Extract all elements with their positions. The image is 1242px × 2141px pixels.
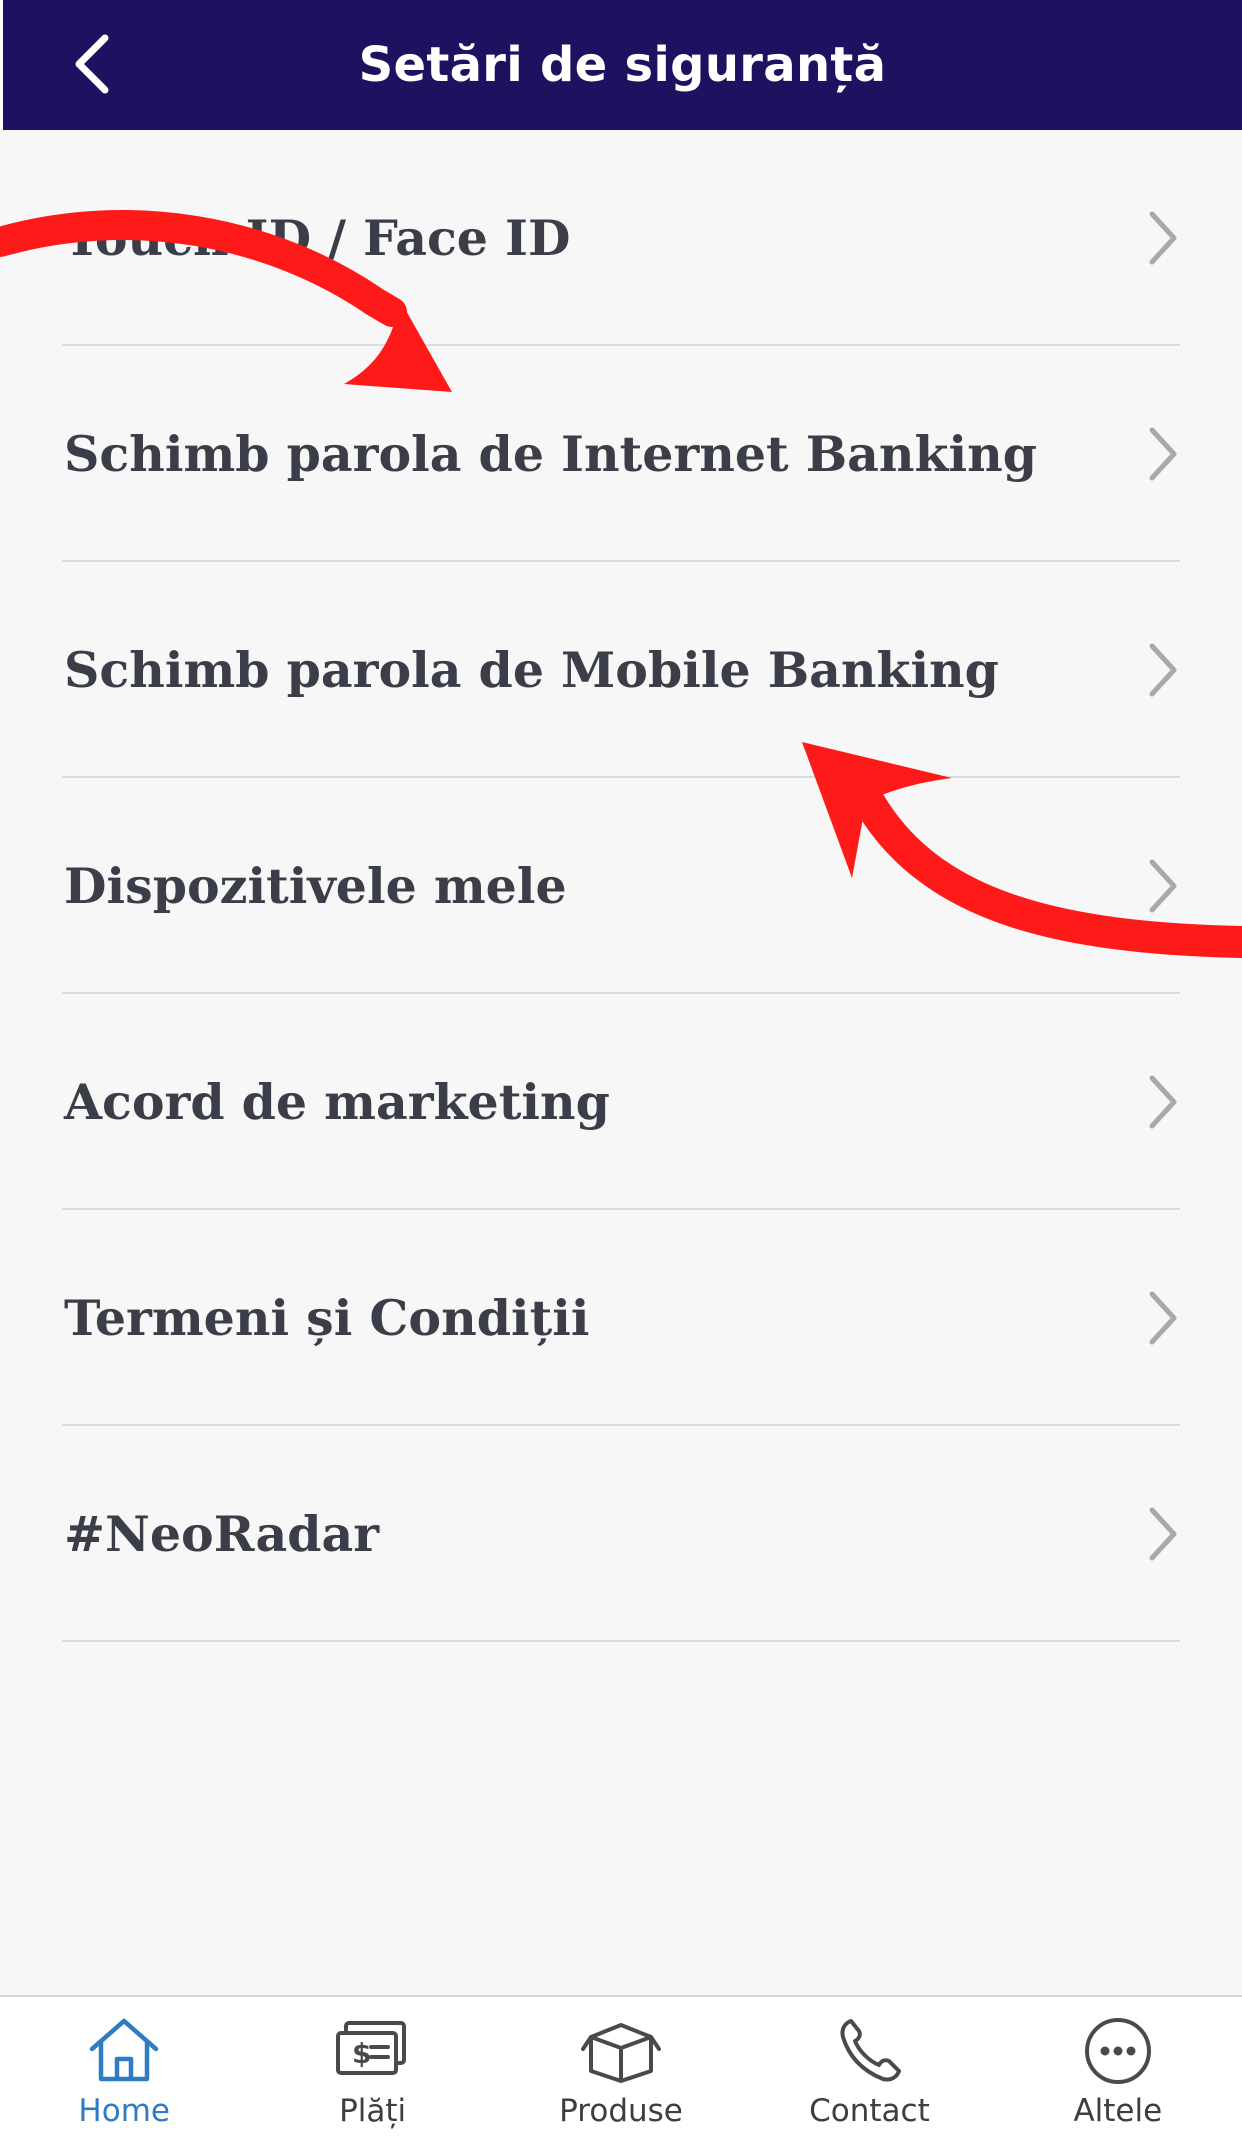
menu-item-label: #NeoRadar	[64, 1505, 380, 1563]
menu-item-internet-banking-password[interactable]: Schimb parola de Internet Banking	[62, 346, 1180, 562]
tab-more[interactable]: Altele	[994, 1997, 1242, 2141]
settings-menu: Touch ID / Face ID Schimb parola de Inte…	[0, 130, 1242, 1642]
chevron-right-icon	[1149, 1291, 1177, 1345]
chevron-right-icon	[1149, 1075, 1177, 1129]
tab-home[interactable]: Home	[0, 1997, 248, 2141]
svg-text:$: $	[352, 2037, 371, 2070]
tab-products[interactable]: Produse	[497, 1997, 745, 2141]
menu-item-terms-conditions[interactable]: Termeni și Condiții	[62, 1210, 1180, 1426]
menu-item-label: Termeni și Condiții	[64, 1289, 590, 1347]
tab-label: Plăți	[339, 2093, 407, 2129]
menu-item-label: Touch ID / Face ID	[64, 209, 571, 267]
menu-item-touch-face-id[interactable]: Touch ID / Face ID	[62, 130, 1180, 346]
bottom-tab-bar: Home $ Plăți Produse Contact Altele	[0, 1995, 1242, 2141]
header-bar: Setări de siguranță	[0, 0, 1242, 130]
tab-contact[interactable]: Contact	[745, 1997, 993, 2141]
menu-item-my-devices[interactable]: Dispozitivele mele	[62, 778, 1180, 994]
page-title: Setări de siguranță	[358, 37, 887, 93]
chevron-right-icon	[1149, 211, 1177, 265]
tab-label: Contact	[809, 2093, 930, 2129]
chevron-right-icon	[1149, 1507, 1177, 1561]
chevron-right-icon	[1149, 427, 1177, 481]
menu-item-label: Schimb parola de Internet Banking	[64, 425, 1037, 483]
chevron-right-icon	[1149, 859, 1177, 913]
more-icon	[1084, 2018, 1151, 2084]
menu-item-mobile-banking-password[interactable]: Schimb parola de Mobile Banking	[62, 562, 1180, 778]
menu-item-neoradar[interactable]: #NeoRadar	[62, 1426, 1180, 1642]
menu-item-label: Schimb parola de Mobile Banking	[64, 641, 999, 699]
tab-label: Home	[78, 2093, 170, 2129]
tab-label: Produse	[559, 2093, 683, 2129]
tab-payments[interactable]: $ Plăți	[248, 1997, 496, 2141]
menu-item-marketing-agreement[interactable]: Acord de marketing	[62, 994, 1180, 1210]
menu-item-label: Acord de marketing	[64, 1073, 610, 1131]
box-icon	[581, 2023, 662, 2083]
home-icon	[89, 2018, 159, 2082]
tab-label: Altele	[1073, 2093, 1163, 2129]
menu-item-label: Dispozitivele mele	[64, 857, 567, 915]
phone-icon	[840, 2019, 902, 2082]
chevron-right-icon	[1149, 643, 1177, 697]
payments-icon: $	[335, 2021, 406, 2075]
